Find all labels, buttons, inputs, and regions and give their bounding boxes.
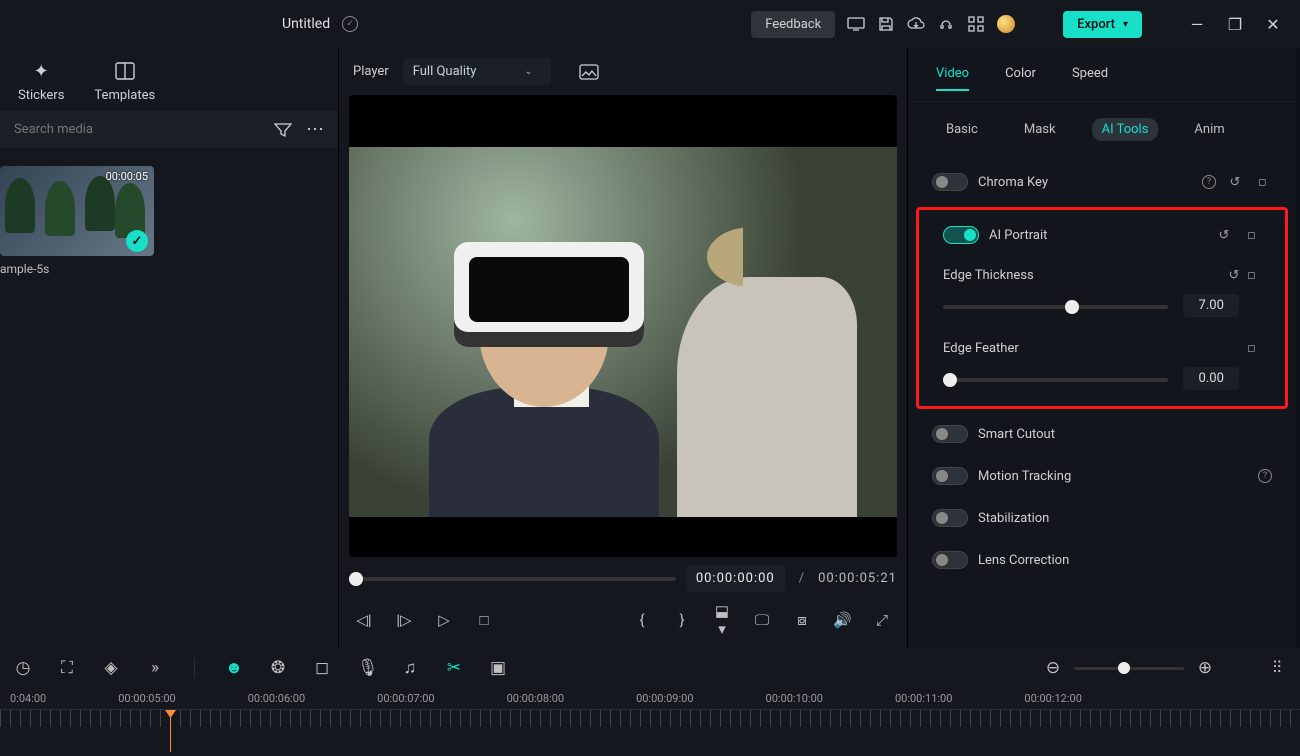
device-icon[interactable]: [847, 15, 865, 33]
templates-icon: [114, 60, 136, 82]
feedback-button[interactable]: Feedback: [751, 11, 835, 38]
search-input[interactable]: [14, 122, 260, 137]
stop-button[interactable]: □: [475, 611, 493, 629]
crop-icon[interactable]: ⛶: [58, 658, 76, 678]
save-icon[interactable]: [877, 15, 895, 33]
ai-face-icon[interactable]: ☻: [225, 658, 243, 678]
filter-icon[interactable]: [274, 122, 292, 138]
motion-tracking-toggle[interactable]: [932, 467, 968, 485]
color-wheel-icon[interactable]: ❂: [269, 658, 287, 678]
preview-panel: Player Full Quality⌄ 00:00:00:00 / 00:00…: [338, 48, 908, 648]
mark-out-icon[interactable]: }: [673, 611, 691, 629]
close-button[interactable]: ✕: [1266, 17, 1280, 31]
project-title: Untitled: [282, 16, 330, 32]
group-icon[interactable]: ▣: [489, 658, 507, 678]
clip-duration: 00:00:05: [106, 170, 148, 183]
tab-video[interactable]: Video: [936, 66, 969, 91]
subtab-mask[interactable]: Mask: [1014, 118, 1066, 141]
lens-correction-toggle[interactable]: [932, 551, 968, 569]
scrubber[interactable]: [349, 577, 676, 581]
prev-frame-button[interactable]: ◁|: [355, 611, 373, 629]
maximize-button[interactable]: ❐: [1228, 17, 1242, 31]
minimize-button[interactable]: —: [1190, 17, 1204, 31]
tab-color[interactable]: Color: [1005, 66, 1036, 91]
mark-in-icon[interactable]: {: [633, 611, 651, 629]
media-clip[interactable]: 00:00:05 ample-5s: [0, 166, 338, 276]
expand-icon[interactable]: »: [146, 658, 164, 678]
current-time: 00:00:00:00: [686, 565, 785, 592]
marker-icon[interactable]: ◻: [313, 658, 331, 678]
list-view-icon[interactable]: ⫶⫶: [1268, 658, 1286, 678]
apps-icon[interactable]: [967, 15, 985, 33]
keyframe-icon[interactable]: ◇: [1239, 262, 1264, 287]
info-icon[interactable]: ?: [1258, 469, 1272, 483]
stabilization-toggle[interactable]: [932, 509, 968, 527]
snapshot-icon[interactable]: [579, 64, 599, 80]
media-library: ✦ Stickers Templates ⋯ 00:00:05 ample-5s: [0, 48, 338, 648]
save-state-icon: ✓: [342, 16, 358, 32]
ratio-icon[interactable]: ⬓ ▾: [713, 602, 731, 638]
timeline: ◷ ⛶ ◈ » ☻ ❂ ◻ 🎙 ♫ ✂ ▣ ⊖ ⊕ ⫶⫶ 0:04:00 00:…: [0, 648, 1300, 756]
zoom-out-button[interactable]: ⊖: [1044, 658, 1062, 678]
tab-stickers[interactable]: ✦ Stickers: [18, 60, 64, 103]
chroma-key-toggle[interactable]: [932, 173, 968, 191]
properties-panel: Video Color Speed Basic Mask AI Tools An…: [908, 48, 1296, 648]
ai-portrait-toggle[interactable]: [943, 226, 979, 244]
edge-feather-value[interactable]: 0.00: [1183, 367, 1239, 390]
speed-icon[interactable]: ◈: [102, 658, 120, 678]
edge-feather-slider[interactable]: [943, 378, 1168, 382]
export-button[interactable]: Export▾: [1063, 11, 1142, 38]
stickers-icon: ✦: [30, 60, 52, 82]
support-icon[interactable]: [937, 15, 955, 33]
cloud-icon[interactable]: [907, 15, 925, 33]
quality-select[interactable]: Full Quality⌄: [403, 58, 551, 85]
play-button[interactable]: ▷: [435, 611, 453, 629]
duration: 00:00:05:21: [818, 571, 897, 586]
display-icon[interactable]: 🖵: [753, 611, 771, 629]
tab-templates[interactable]: Templates: [94, 60, 155, 103]
tab-speed[interactable]: Speed: [1072, 66, 1108, 91]
smart-cutout-toggle[interactable]: [932, 425, 968, 443]
subtab-basic[interactable]: Basic: [936, 118, 988, 141]
ai-portrait-group: AI Portrait ↺ ◇ Edge Thickness ↺ ◇ 7.00 …: [916, 207, 1288, 409]
edge-thickness-slider[interactable]: [943, 305, 1168, 309]
zoom-in-button[interactable]: ⊕: [1196, 658, 1214, 678]
chevron-down-icon: ▾: [1123, 19, 1128, 30]
playhead[interactable]: [170, 716, 171, 752]
zoom-slider[interactable]: [1074, 667, 1184, 670]
titlebar: Untitled ✓ Feedback Export▾ — ❐ ✕: [0, 0, 1300, 48]
camera-icon[interactable]: ⧇: [793, 611, 811, 629]
chevron-down-icon: ⌄: [524, 66, 532, 77]
volume-icon[interactable]: 🔊: [833, 611, 851, 629]
applied-badge-icon: [126, 230, 148, 252]
clip-name: ample-5s: [0, 262, 338, 276]
reset-icon[interactable]: ↺: [1215, 226, 1233, 244]
reset-icon[interactable]: ↺: [1226, 173, 1244, 191]
timer-icon[interactable]: ◷: [14, 658, 32, 678]
preview-viewport[interactable]: [349, 95, 897, 557]
keyframe-icon[interactable]: ◇: [1239, 222, 1264, 247]
mic-icon[interactable]: 🎙: [357, 658, 375, 678]
avatar-icon[interactable]: [997, 15, 1015, 33]
info-icon[interactable]: ?: [1202, 175, 1216, 189]
keyframe-icon[interactable]: ◇: [1250, 169, 1275, 194]
more-icon[interactable]: ⋯: [306, 119, 324, 140]
keyframe-icon[interactable]: ◇: [1239, 335, 1264, 360]
split-icon[interactable]: ✂: [445, 658, 463, 678]
subtab-anim[interactable]: Anim: [1184, 118, 1234, 141]
step-back-button[interactable]: |▷: [395, 611, 413, 629]
fullscreen-icon[interactable]: ⤢: [873, 611, 891, 629]
music-icon[interactable]: ♫: [401, 658, 419, 678]
timeline-ruler[interactable]: 0:04:00 00:00:05:00 00:00:06:00 00:00:07…: [0, 688, 1300, 709]
edge-thickness-value[interactable]: 7.00: [1183, 294, 1239, 317]
subtab-ai-tools[interactable]: AI Tools: [1092, 118, 1159, 141]
player-label: Player: [353, 64, 389, 79]
